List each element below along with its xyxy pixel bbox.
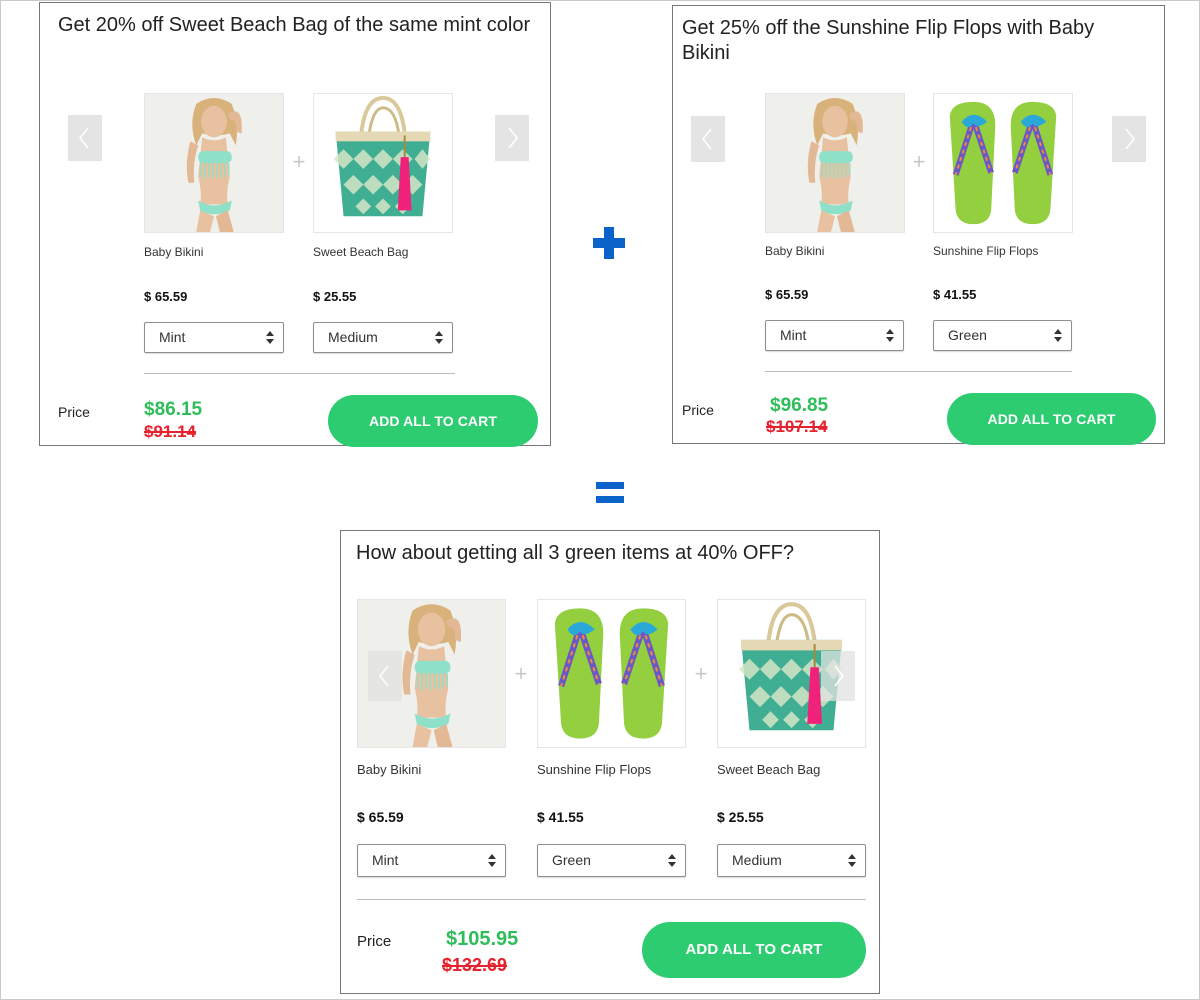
size-select[interactable]: Medium: [717, 844, 866, 877]
select-arrows-icon: [848, 854, 856, 867]
divider: [765, 371, 1072, 372]
product-image-flip-flops[interactable]: [933, 93, 1073, 233]
chevron-right-icon: [495, 115, 529, 161]
select-value: Mint: [780, 327, 807, 343]
select-value: Medium: [732, 852, 782, 868]
add-all-to-cart-button[interactable]: ADD ALL TO CART: [328, 395, 538, 447]
plus-separator-icon: +: [292, 149, 306, 174]
product-name[interactable]: Baby Bikini: [144, 245, 203, 259]
carousel-next-button[interactable]: [821, 651, 855, 701]
product-name[interactable]: Sunshine Flip Flops: [537, 762, 651, 777]
color-select[interactable]: Green: [933, 320, 1072, 351]
equals-icon: [596, 482, 624, 503]
product-price: $ 41.55: [933, 287, 977, 302]
bundle-new-price: $96.85: [770, 395, 829, 416]
bundle-title: How about getting all 3 green items at 4…: [356, 542, 795, 564]
product-price: $ 25.55: [313, 289, 357, 304]
bundle-beach-bag: Get 20% off Sweet Beach Bag of the same …: [39, 2, 551, 447]
price-label: Price: [58, 404, 90, 420]
bikini-photo: [766, 94, 904, 232]
plus-icon: [593, 227, 625, 259]
bundle-title: Get 20% off Sweet Beach Bag of the same …: [58, 14, 531, 36]
product-price: $ 65.59: [357, 809, 404, 825]
chevron-right-icon: [821, 651, 855, 701]
price-label: Price: [682, 402, 714, 418]
beach-bag-photo: [314, 94, 452, 232]
select-value: Green: [552, 852, 591, 868]
bundle-old-price: $132.69: [442, 955, 508, 975]
product-image-flip-flops[interactable]: [537, 599, 686, 748]
product-image-beach-bag[interactable]: [313, 93, 453, 233]
product-name[interactable]: Sweet Beach Bag: [717, 762, 820, 777]
select-value: Green: [948, 327, 987, 343]
select-arrows-icon: [1054, 329, 1062, 342]
bikini-photo: [145, 94, 283, 232]
product-price: $ 65.59: [144, 289, 188, 304]
chevron-left-icon: [691, 116, 725, 162]
carousel-next-button[interactable]: [495, 115, 529, 161]
select-arrows-icon: [488, 854, 496, 867]
color-select[interactable]: Mint: [765, 320, 904, 351]
product-name[interactable]: Sunshine Flip Flops: [933, 244, 1038, 258]
flip-flops-photo: [538, 600, 685, 747]
plus-separator-icon: +: [912, 149, 926, 174]
product-name[interactable]: Sweet Beach Bag: [313, 245, 408, 259]
plus-separator-icon: +: [694, 661, 708, 686]
carousel-prev-button[interactable]: [691, 116, 725, 162]
color-select[interactable]: Mint: [144, 322, 284, 353]
bundle-title: Get 25% off the Sunshine Flip Flops with…: [682, 17, 1095, 64]
select-arrows-icon: [886, 329, 894, 342]
chevron-left-icon: [368, 651, 402, 701]
bundle-flip-flops: Get 25% off the Sunshine Flip Flops with…: [672, 5, 1165, 445]
product-price: $ 41.55: [537, 809, 584, 825]
select-value: Mint: [372, 852, 399, 868]
product-price: $ 65.59: [765, 287, 809, 302]
select-arrows-icon: [668, 854, 676, 867]
add-all-to-cart-button[interactable]: ADD ALL TO CART: [642, 922, 866, 978]
product-image-bikini[interactable]: [144, 93, 284, 233]
divider: [144, 373, 455, 374]
select-value: Mint: [159, 329, 186, 345]
select-value: Medium: [328, 329, 378, 345]
select-arrows-icon: [435, 331, 443, 344]
bundle-old-price: $107.14: [766, 417, 828, 436]
bundle-new-price: $105.95: [446, 928, 519, 950]
product-image-bikini[interactable]: [765, 93, 905, 233]
bundle-new-price: $86.15: [144, 399, 203, 420]
chevron-right-icon: [1112, 116, 1146, 162]
carousel-prev-button[interactable]: [368, 651, 402, 701]
product-name[interactable]: Baby Bikini: [765, 244, 824, 258]
divider: [357, 899, 866, 900]
flip-flops-photo: [934, 94, 1072, 232]
add-all-to-cart-button[interactable]: ADD ALL TO CART: [947, 393, 1156, 445]
size-select[interactable]: Medium: [313, 322, 453, 353]
carousel-next-button[interactable]: [1112, 116, 1146, 162]
plus-separator-icon: +: [514, 661, 528, 686]
color-select[interactable]: Mint: [357, 844, 506, 877]
product-price: $ 25.55: [717, 809, 764, 825]
product-name[interactable]: Baby Bikini: [357, 762, 421, 777]
carousel-prev-button[interactable]: [68, 115, 102, 161]
bundle-all-three: How about getting all 3 green items at 4…: [340, 530, 880, 994]
color-select[interactable]: Green: [537, 844, 686, 877]
select-arrows-icon: [266, 331, 274, 344]
bundle-old-price: $91.14: [144, 422, 196, 441]
chevron-left-icon: [68, 115, 102, 161]
price-label: Price: [357, 933, 392, 950]
